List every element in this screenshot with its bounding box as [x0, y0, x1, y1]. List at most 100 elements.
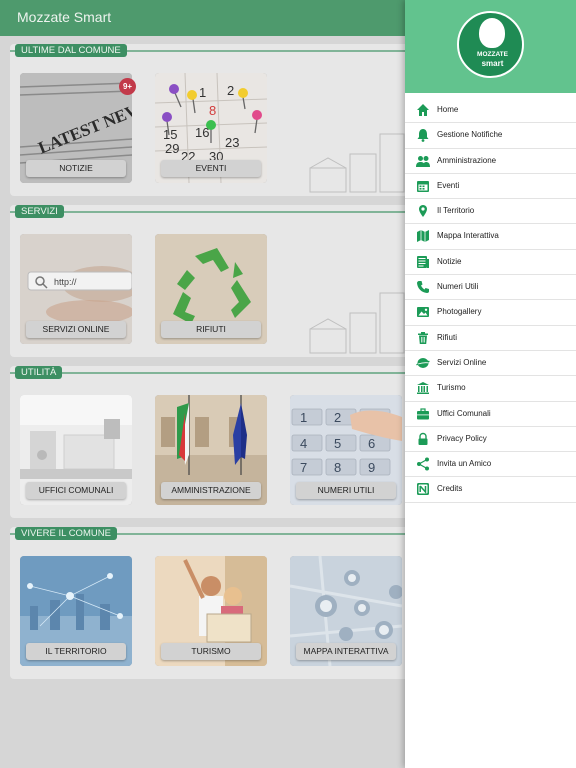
svg-text:23: 23	[225, 135, 239, 150]
tile-label: MAPPA INTERATTIVA	[296, 643, 396, 660]
menu-item-home[interactable]: Home	[405, 98, 576, 124]
credits-icon	[417, 483, 429, 496]
menu-item-invita-un-amico[interactable]: Invita un Amico	[405, 452, 576, 478]
photo-icon	[417, 307, 429, 318]
svg-text:5: 5	[334, 436, 341, 451]
tile-label: NOTIZIE	[26, 160, 126, 177]
news-icon	[417, 255, 429, 268]
section-divider	[10, 211, 430, 213]
phone-icon	[417, 281, 429, 294]
tile-notizie[interactable]: LATEST NEWS NOTIZIE	[20, 73, 132, 183]
menu-item-label: Amministrazione	[437, 155, 497, 165]
trash-icon	[418, 331, 428, 344]
menu-item-notizie[interactable]: Notizie	[405, 250, 576, 276]
tile-label: NUMERI UTILI	[296, 482, 396, 499]
menu-item-mappa-interattiva[interactable]: Mappa Interattiva	[405, 224, 576, 250]
svg-text:1: 1	[199, 85, 206, 100]
svg-text:8: 8	[334, 460, 341, 475]
menu-item-uffici-comunali[interactable]: Uffici Comunali	[405, 402, 576, 427]
svg-text:4: 4	[300, 436, 307, 451]
menu-item-label: Notizie	[437, 256, 462, 266]
svg-text:9: 9	[368, 460, 375, 475]
menu-item-label: Home	[437, 105, 459, 114]
section-title: VIVERE IL COMUNE	[15, 527, 117, 540]
lock-icon	[418, 432, 428, 445]
section-utilita: UTILITÀ UFFICI COMUNALI AMMINISTRAZIONE …	[10, 366, 430, 518]
museum-icon	[417, 382, 429, 395]
menu-item-label: Eventi	[437, 180, 460, 190]
section-title: SERVIZI	[15, 205, 64, 218]
menu-item-gestione-notifiche[interactable]: Gestione Notifiche	[405, 123, 576, 149]
globe-icon	[416, 357, 430, 368]
tile-il-territorio[interactable]: IL TERRITORIO	[20, 556, 132, 666]
svg-text:2: 2	[227, 83, 234, 98]
coat-of-arms-icon	[479, 18, 505, 48]
tile-label: SERVIZI ONLINE	[26, 321, 126, 338]
tile-amministrazione[interactable]: AMMINISTRAZIONE	[155, 395, 267, 505]
section-ultime-dal-comune: ULTIME DAL COMUNE LATEST NEWS NOTIZIE 9+	[10, 44, 430, 196]
tile-label: RIFIUTI	[161, 321, 261, 338]
tile-rifiuti[interactable]: RIFIUTI	[155, 234, 267, 344]
menu-item-label: Photogallery	[437, 307, 482, 317]
menu-item-label: Turismo	[437, 383, 466, 393]
svg-text:1: 1	[300, 410, 307, 425]
menu-item-turismo[interactable]: Turismo	[405, 376, 576, 402]
menu-item-credits[interactable]: Credits	[405, 477, 576, 503]
tile-label: AMMINISTRAZIONE	[161, 482, 261, 499]
section-vivere-il-comune: VIVERE IL COMUNE IL TERRITORIO TURISMO M…	[10, 527, 430, 679]
menu-item-label: Gestione Notifiche	[437, 130, 503, 140]
tile-numeri-utili[interactable]: 123 456 789 NUMERI UTILI	[290, 395, 402, 505]
svg-text:7: 7	[300, 460, 307, 475]
section-title: ULTIME DAL COMUNE	[15, 44, 127, 57]
menu-item-label: Numeri Utili	[437, 282, 479, 292]
menu-item-numeri-utili[interactable]: Numeri Utili	[405, 275, 576, 301]
menu-item-eventi[interactable]: Eventi	[405, 174, 576, 200]
svg-text:2: 2	[334, 410, 341, 425]
section-title: UTILITÀ	[15, 366, 63, 379]
menu-item-label: Uffici Comunali	[437, 408, 491, 418]
menu-item-photogallery[interactable]: Photogallery	[405, 300, 576, 326]
section-servizi: SERVIZI http:// SERVIZI ONLINE RIFIUTI	[10, 205, 430, 357]
share-icon	[417, 457, 429, 471]
tile-eventi[interactable]: 1 2 8 15 16 22 23 29 30 EVENTI	[155, 73, 267, 183]
drawer-header: MOZZATE smart	[405, 0, 576, 93]
app-root: Mozzate Smart ULTIME DAL COMUNE LATEST N…	[0, 0, 576, 768]
menu-item-il-territorio[interactable]: Il Territorio	[405, 199, 576, 225]
svg-text:8: 8	[209, 103, 216, 118]
menu-item-label: Mappa Interattiva	[437, 231, 499, 241]
menu-item-servizi-online[interactable]: Servizi Online	[405, 351, 576, 377]
tile-label: IL TERRITORIO	[26, 643, 126, 660]
map-icon	[417, 230, 429, 243]
menu-item-amministrazione[interactable]: Amministrazione	[405, 149, 576, 174]
svg-text:29: 29	[165, 141, 179, 156]
tile-label: TURISMO	[161, 643, 261, 660]
svg-text:6: 6	[368, 436, 375, 451]
people-icon	[416, 155, 430, 167]
menu-item-rifiuti[interactable]: Rifiuti	[405, 326, 576, 351]
svg-text:http://: http://	[54, 277, 77, 287]
logo-subtitle: smart	[481, 59, 504, 68]
svg-text:15: 15	[163, 127, 177, 142]
tile-mappa-interattiva[interactable]: MAPPA INTERATTIVA	[290, 556, 402, 666]
tile-turismo[interactable]: TURISMO	[155, 556, 267, 666]
bell-icon	[417, 129, 429, 143]
menu-item-label: Il Territorio	[437, 206, 475, 216]
map-pin-icon	[419, 205, 427, 218]
menu-item-label: Credits	[437, 484, 463, 494]
menu-item-label: Rifiuti	[437, 332, 458, 342]
menu-item-label: Privacy Policy	[437, 433, 487, 443]
section-divider	[10, 372, 430, 374]
navigation-drawer: MOZZATE smart Home Gestione Notifiche Am…	[405, 0, 576, 768]
home-icon	[417, 104, 429, 116]
app-title: Mozzate Smart	[17, 9, 112, 25]
logo-name: MOZZATE	[477, 51, 508, 58]
briefcase-icon	[417, 407, 429, 420]
menu-item-label: Invita un Amico	[437, 459, 492, 469]
drawer-menu: Home Gestione Notifiche Amministrazione …	[405, 98, 576, 503]
menu-item-privacy-policy[interactable]: Privacy Policy	[405, 427, 576, 453]
calendar-icon	[417, 180, 429, 192]
app-logo: MOZZATE smart	[457, 11, 524, 78]
tile-uffici-comunali[interactable]: UFFICI COMUNALI	[20, 395, 132, 505]
tile-servizi-online[interactable]: http:// SERVIZI ONLINE	[20, 234, 132, 344]
notification-badge: 9+	[119, 78, 136, 95]
